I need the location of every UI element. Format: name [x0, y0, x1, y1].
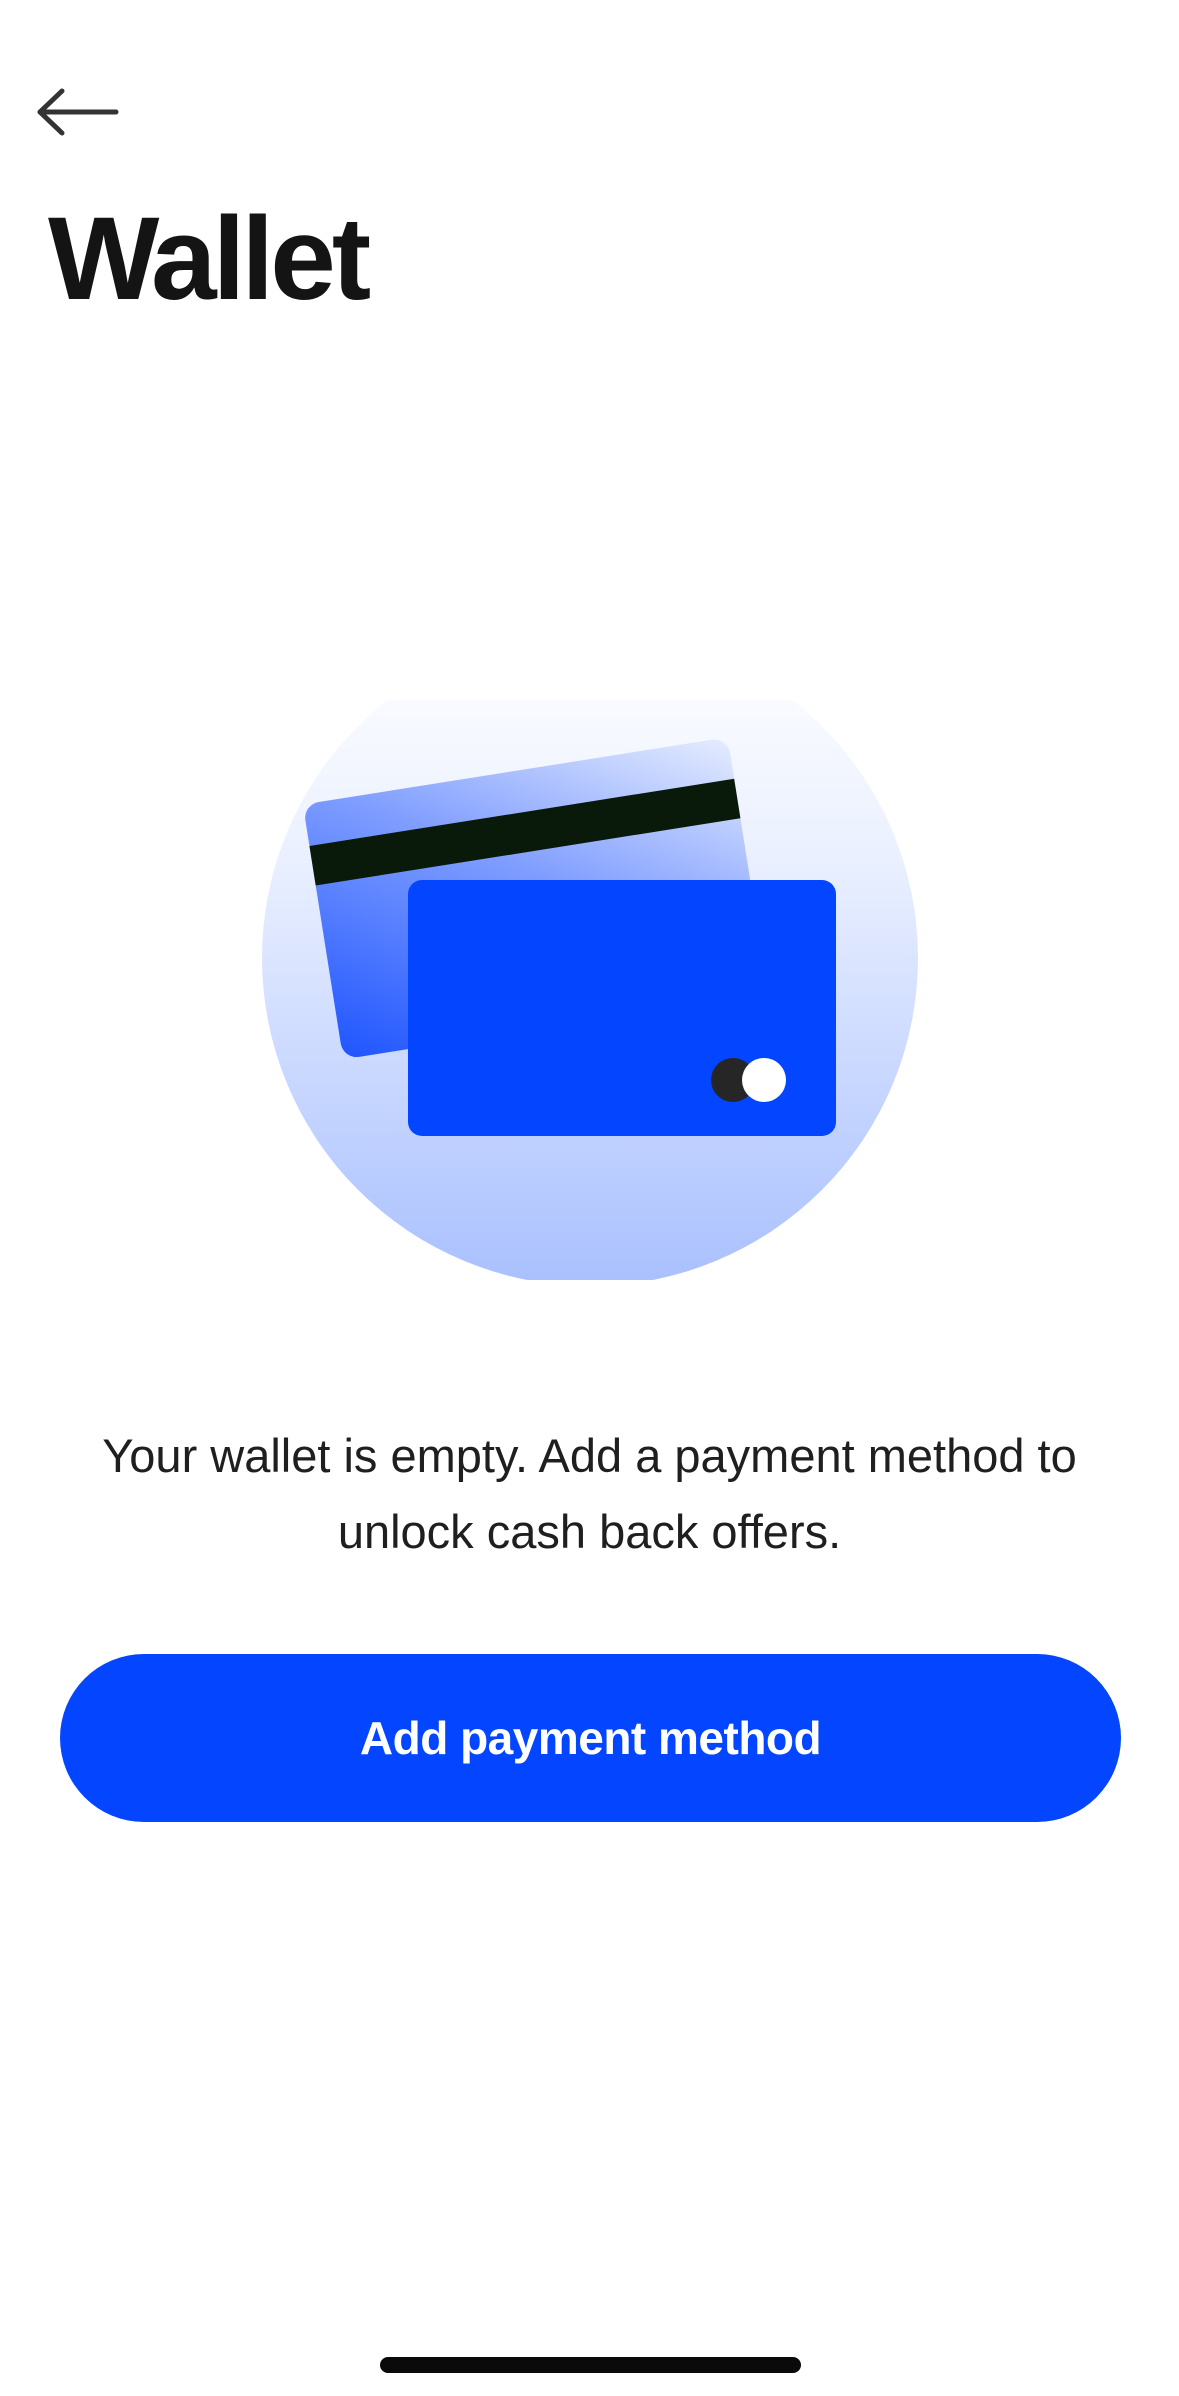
back-button[interactable] [36, 80, 132, 144]
page-title: Wallet [48, 193, 371, 325]
home-indicator [380, 2357, 801, 2373]
credit-cards-icon [260, 700, 920, 1280]
arrow-left-icon [36, 87, 120, 137]
empty-state-message: Your wallet is empty. Add a payment meth… [102, 1429, 1077, 1558]
add-payment-method-button[interactable]: Add payment method [60, 1654, 1121, 1822]
